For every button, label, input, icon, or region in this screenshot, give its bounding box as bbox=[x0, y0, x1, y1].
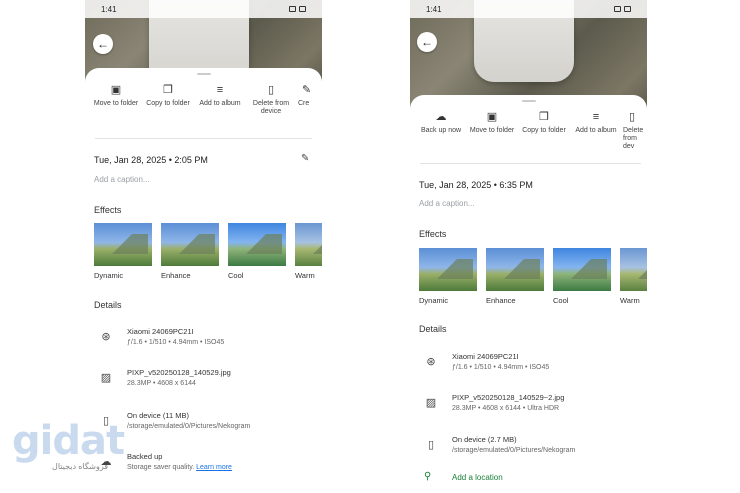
effect-thumbnail bbox=[486, 248, 544, 291]
detail-camera: ⊛ Xiaomi 24069PC21I ƒ/1.6 • 1/510 • 4.94… bbox=[94, 327, 314, 353]
effect-warm[interactable]: Warm bbox=[620, 248, 647, 305]
details-title: Details bbox=[94, 300, 122, 310]
divider bbox=[95, 138, 312, 139]
move-to-folder-button[interactable]: ▣ Move to folder bbox=[467, 111, 517, 135]
playlist-add-icon: ≡ bbox=[592, 111, 600, 123]
detail-file: ▨ PIXP_v520250128_140529.jpg 28.3MP • 46… bbox=[100, 368, 231, 387]
back-up-now-button[interactable]: ☁ Back up now bbox=[416, 111, 466, 135]
effect-cool[interactable]: Cool bbox=[553, 248, 611, 305]
effect-thumbnail bbox=[553, 248, 611, 291]
effects-row: Dynamic Enhance Cool Warm bbox=[419, 248, 647, 305]
folder-move-icon: ▣ bbox=[486, 111, 498, 123]
info-sheet: ☁ Back up now ▣ Move to folder ❐ Copy to… bbox=[410, 95, 647, 493]
details-title: Details bbox=[419, 324, 447, 334]
effect-thumbnail bbox=[620, 248, 647, 291]
status-bar: 1:41 bbox=[410, 0, 647, 18]
folder-move-icon: ▣ bbox=[110, 84, 122, 96]
effect-thumbnail bbox=[419, 248, 477, 291]
detail-camera: ⊛ Xiaomi 24069PC21I ƒ/1.6 • 1/510 • 4.94… bbox=[419, 352, 639, 378]
status-icons bbox=[289, 6, 306, 12]
effects-title: Effects bbox=[94, 205, 122, 215]
back-button[interactable]: ← bbox=[93, 34, 113, 54]
action-row: ▣ Move to folder ❐ Copy to folder ≡ Add … bbox=[85, 84, 322, 132]
add-to-album-button[interactable]: ≡ Add to album bbox=[195, 84, 245, 108]
effect-thumbnail bbox=[228, 223, 286, 266]
create-button[interactable]: ✎ Cre bbox=[298, 84, 318, 108]
photo-date: Tue, Jan 28, 2025 • 2:05 PM bbox=[94, 155, 208, 165]
status-time: 1:41 bbox=[426, 4, 442, 14]
location-pin-icon: ⚲ bbox=[424, 471, 432, 482]
drag-handle[interactable] bbox=[521, 100, 536, 102]
effects-row: Dynamic Enhance Cool Warm bbox=[94, 223, 322, 280]
copy-to-folder-button[interactable]: ❐ Copy to folder bbox=[519, 111, 569, 135]
delete-device-icon: ▯ bbox=[267, 84, 275, 96]
add-to-album-button[interactable]: ≡ Add to album bbox=[571, 111, 621, 135]
effect-thumbnail bbox=[94, 223, 152, 266]
phone-screen-right: 1:41 ← ☁ Back up now ▣ Move to folder ❐ … bbox=[410, 0, 647, 493]
cloud-upload-icon: ☁ bbox=[435, 111, 447, 123]
image-icon: ▨ bbox=[425, 397, 437, 409]
copy-icon: ❐ bbox=[539, 111, 549, 123]
effect-dynamic[interactable]: Dynamic bbox=[94, 223, 152, 280]
effect-warm[interactable]: Warm bbox=[295, 223, 322, 280]
effect-dynamic[interactable]: Dynamic bbox=[419, 248, 477, 305]
info-sheet: ▣ Move to folder ❐ Copy to folder ≡ Add … bbox=[85, 68, 322, 493]
drag-handle[interactable] bbox=[196, 73, 211, 75]
photo-date: Tue, Jan 28, 2025 • 6:35 PM bbox=[419, 180, 533, 190]
back-button[interactable]: ← bbox=[417, 32, 437, 52]
add-location-link[interactable]: Add a location bbox=[452, 473, 503, 482]
effect-enhance[interactable]: Enhance bbox=[161, 223, 219, 280]
playlist-add-icon: ≡ bbox=[216, 84, 224, 96]
effect-thumbnail bbox=[161, 223, 219, 266]
phone-screen-left: 1:41 ← ▣ Move to folder ❐ Copy to folder… bbox=[85, 0, 322, 493]
status-time: 1:41 bbox=[101, 4, 117, 14]
phone-icon: ▯ bbox=[427, 439, 435, 451]
effect-cool[interactable]: Cool bbox=[228, 223, 286, 280]
status-icons bbox=[614, 6, 631, 12]
delete-from-device-button[interactable]: ▯ Delete from device bbox=[246, 84, 296, 116]
effect-enhance[interactable]: Enhance bbox=[486, 248, 544, 305]
delete-device-icon: ▯ bbox=[629, 111, 636, 123]
move-to-folder-button[interactable]: ▣ Move to folder bbox=[91, 84, 141, 108]
learn-more-link[interactable]: Learn more bbox=[196, 464, 232, 471]
delete-from-device-button[interactable]: ▯ Delete from dev bbox=[623, 111, 647, 151]
action-row: ☁ Back up now ▣ Move to folder ❐ Copy to… bbox=[410, 111, 647, 159]
status-bar: 1:41 bbox=[85, 0, 322, 18]
caption-input[interactable]: Add a caption... bbox=[94, 175, 150, 184]
edit-date-icon[interactable]: ✎ bbox=[301, 153, 309, 164]
image-icon: ▨ bbox=[100, 372, 112, 384]
caption-input[interactable]: Add a caption... bbox=[419, 199, 475, 208]
aperture-icon: ⊛ bbox=[426, 356, 436, 368]
arrow-left-icon: ← bbox=[97, 37, 109, 51]
copy-to-folder-button[interactable]: ❐ Copy to folder bbox=[143, 84, 193, 108]
aperture-icon: ⊛ bbox=[101, 331, 111, 343]
effects-title: Effects bbox=[419, 229, 447, 239]
detail-storage: ▯ On device (11 MB) /storage/emulated/0/… bbox=[94, 411, 314, 437]
cloud-done-icon: ☁ bbox=[100, 456, 112, 468]
arrow-left-icon: ← bbox=[421, 35, 433, 49]
detail-backup: ☁ Backed up Storage saver quality. Learn… bbox=[100, 452, 232, 471]
divider bbox=[420, 163, 641, 164]
detail-file: ▨ PIXP_v520250128_140529~2.jpg 28.3MP • … bbox=[425, 393, 565, 412]
create-icon: ✎ bbox=[302, 84, 312, 96]
effect-thumbnail bbox=[295, 223, 322, 266]
detail-storage: ▯ On device (2.7 MB) /storage/emulated/0… bbox=[419, 435, 639, 461]
copy-icon: ❐ bbox=[163, 84, 173, 96]
phone-icon: ▯ bbox=[102, 415, 110, 427]
